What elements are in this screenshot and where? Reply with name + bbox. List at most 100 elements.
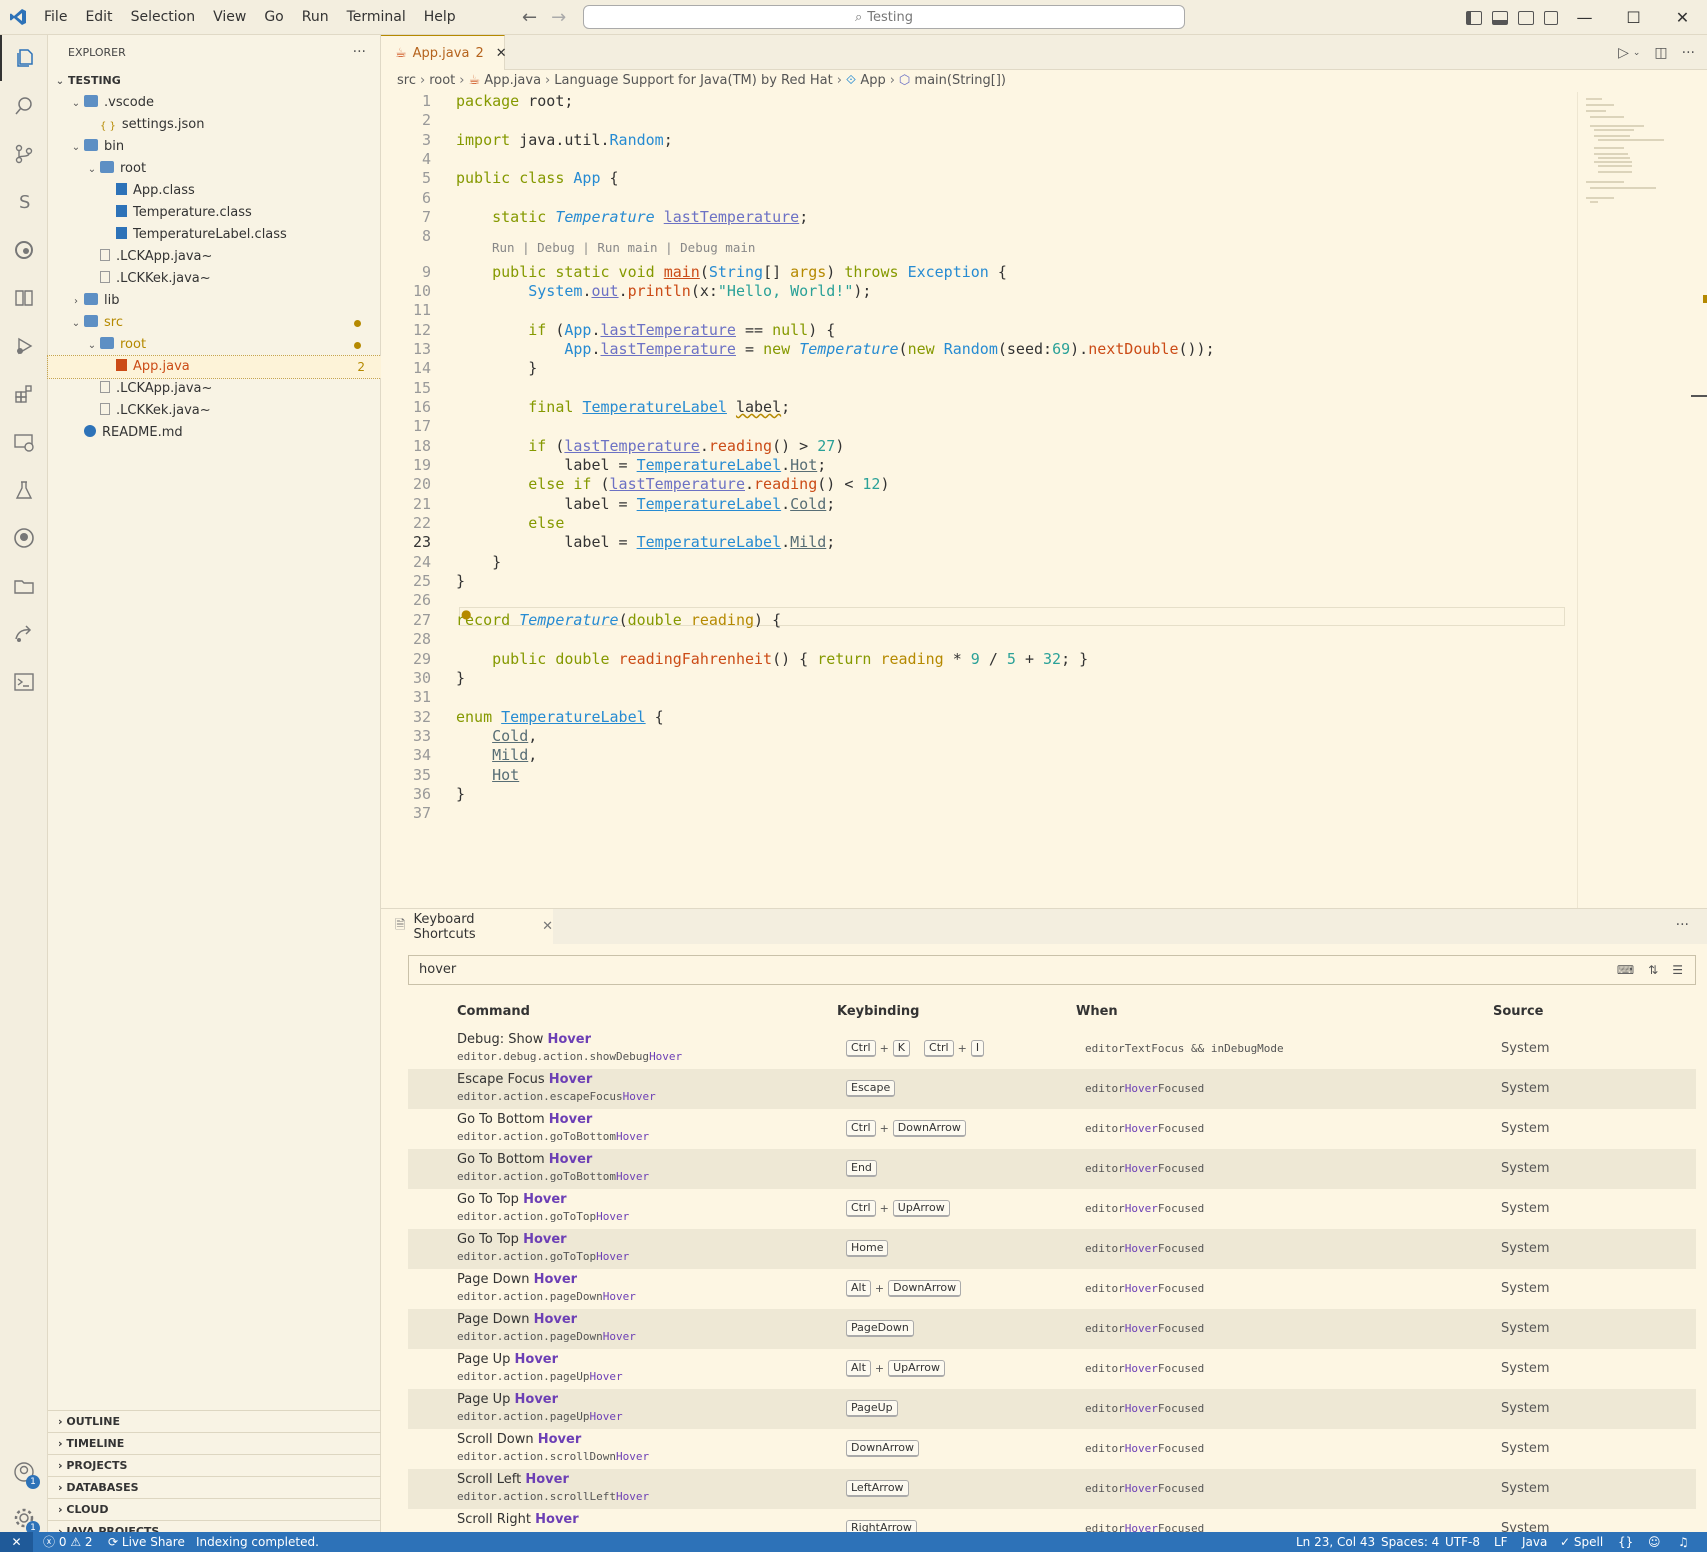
table-row[interactable]: Escape Focus Hover editor.action.escapeFo… xyxy=(408,1069,1696,1109)
toggle-primary-sidebar-icon[interactable] xyxy=(1466,10,1482,25)
close-tab-icon[interactable]: ✕ xyxy=(496,46,507,61)
sidebar-section-databases[interactable]: › DATABASES xyxy=(48,1476,381,1498)
extensions-icon[interactable] xyxy=(0,371,48,417)
table-row[interactable]: Page Up Hover editor.action.pageUpHover Pa… xyxy=(408,1389,1696,1429)
terminal-icon[interactable] xyxy=(0,659,48,705)
tree-file[interactable]: .LCKApp.java~ xyxy=(48,246,381,268)
menu-terminal[interactable]: Terminal xyxy=(338,0,415,35)
menu-file[interactable]: File xyxy=(35,0,76,35)
customize-layout-icon[interactable] xyxy=(1544,10,1558,25)
keybinding[interactable]: Home xyxy=(846,1240,889,1257)
record-keys-icon[interactable]: ⌨ xyxy=(1617,956,1634,984)
editor-scrollbar[interactable] xyxy=(1689,92,1707,908)
end-of-line[interactable]: LF xyxy=(1494,1532,1508,1552)
tree-file[interactable]: .LCKKek.java~ xyxy=(48,268,381,290)
breadcrumb-item[interactable]: src xyxy=(397,73,416,88)
breadcrumb-item[interactable]: App xyxy=(860,73,885,88)
column-command[interactable]: Command xyxy=(457,1004,530,1019)
spell-check[interactable]: ✓ Spell xyxy=(1560,1532,1603,1552)
menu-help[interactable]: Help xyxy=(415,0,465,35)
tree-file[interactable]: App.java 2 xyxy=(47,355,382,379)
sonarlint-icon[interactable]: S xyxy=(0,179,48,225)
table-row[interactable]: Go To Top Hover editor.action.goToTopHove… xyxy=(408,1189,1696,1229)
forward-arrow-icon[interactable]: → xyxy=(551,7,566,28)
keybinding[interactable]: Ctrl + UpArrow xyxy=(846,1200,950,1217)
menu-run[interactable]: Run xyxy=(293,0,338,35)
breadcrumb-item[interactable]: root xyxy=(429,73,455,88)
run-java-icon[interactable]: ▷ xyxy=(1618,45,1629,61)
tree-folder[interactable]: ⌄ .vscode xyxy=(48,92,381,114)
code-editor[interactable]: 1 2 3 4 5 6 7 8 9 10 11 12 13 14 15 16 17 18 19 20 21 22 23 24 2… xyxy=(381,92,1577,908)
menu-selection[interactable]: Selection xyxy=(122,0,205,35)
language-mode[interactable]: Java xyxy=(1522,1532,1547,1552)
source-control-icon[interactable] xyxy=(0,131,48,177)
problems-indicator[interactable]: ⓧ 0 ⚠ 2 xyxy=(43,1532,93,1552)
edge-tools-icon[interactable] xyxy=(0,227,48,273)
breadcrumb-item[interactable]: main(String[]) xyxy=(914,73,1006,88)
breadcrumb-item[interactable]: Language Support for Java(TM) by Red Hat xyxy=(554,73,832,88)
keybinding[interactable]: DownArrow xyxy=(846,1440,920,1457)
minimap[interactable] xyxy=(1577,92,1689,908)
column-when[interactable]: When xyxy=(1076,1004,1118,1019)
menu-view[interactable]: View xyxy=(204,0,255,35)
maximize-icon[interactable]: ☐ xyxy=(1609,8,1658,27)
remote-explorer-icon[interactable] xyxy=(0,419,48,465)
tree-folder[interactable]: ⌄ src xyxy=(48,312,381,334)
clear-filter-icon[interactable]: ☰ xyxy=(1672,956,1683,984)
keybindings-search-input[interactable]: hover ⌨ ⇅ ☰ xyxy=(408,955,1696,985)
sidebar-section-projects[interactable]: › PROJECTS xyxy=(48,1454,381,1476)
sidebar-section-outline[interactable]: › OUTLINE xyxy=(48,1410,381,1432)
book-icon[interactable] xyxy=(0,275,48,321)
breadcrumb-item[interactable]: App.java xyxy=(484,73,541,88)
tree-folder[interactable]: › lib xyxy=(48,290,381,312)
testing-flask-icon[interactable] xyxy=(0,467,48,513)
toggle-panel-icon[interactable] xyxy=(1492,10,1508,25)
column-source[interactable]: Source xyxy=(1493,1004,1543,1019)
braces-icon[interactable]: {} xyxy=(1618,1532,1633,1552)
keybinding[interactable]: LeftArrow xyxy=(846,1480,909,1497)
menu-edit[interactable]: Edit xyxy=(76,0,121,35)
panel-more-actions-icon[interactable]: ··· xyxy=(1676,917,1689,933)
tree-folder[interactable]: ⌄ bin xyxy=(48,136,381,158)
accounts-icon[interactable]: 1 xyxy=(0,1449,48,1495)
table-row[interactable]: Go To Top Hover editor.action.goToTopHove… xyxy=(408,1229,1696,1269)
remote-indicator-icon[interactable]: ✕ xyxy=(0,1532,33,1552)
lightbulb-icon[interactable]: ● xyxy=(461,607,471,621)
live-share-status[interactable]: ⟳ Live Share xyxy=(108,1532,185,1552)
back-arrow-icon[interactable]: ← xyxy=(522,7,537,28)
close-tab-icon[interactable]: ✕ xyxy=(542,919,553,934)
live-share-icon[interactable] xyxy=(0,611,48,657)
keybinding[interactable]: PageDown xyxy=(846,1320,914,1337)
split-editor-icon[interactable]: ◫ xyxy=(1654,45,1667,61)
tree-file[interactable]: { } settings.json xyxy=(48,114,381,136)
tree-folder[interactable]: ⌄ root xyxy=(48,158,381,180)
tree-file[interactable]: TemperatureLabel.class xyxy=(48,224,381,246)
keybinding[interactable]: Alt + UpArrow xyxy=(846,1360,946,1377)
table-row[interactable]: Debug: Show Hover editor.debug.action.sho… xyxy=(408,1029,1696,1069)
tree-file[interactable]: README.md xyxy=(48,422,381,444)
toggle-secondary-sidebar-icon[interactable] xyxy=(1518,10,1534,25)
keybinding[interactable]: PageUp xyxy=(846,1400,898,1417)
sidebar-section-cloud[interactable]: › CLOUD xyxy=(48,1498,381,1520)
table-row[interactable]: Scroll Left Hover editor.action.scrollLef… xyxy=(408,1469,1696,1509)
table-row[interactable]: Page Down Hover editor.action.pageDownHov… xyxy=(408,1309,1696,1349)
tree-file[interactable]: Temperature.class xyxy=(48,202,381,224)
keybinding[interactable]: Ctrl + DownArrow xyxy=(846,1120,966,1137)
tree-file[interactable]: .LCKApp.java~ xyxy=(48,378,381,400)
table-row[interactable]: Go To Bottom Hover editor.action.goToBott… xyxy=(408,1149,1696,1189)
tab-app-java[interactable]: ☕ App.java 2 ✕ xyxy=(381,35,507,70)
folder-icon[interactable] xyxy=(0,563,48,609)
tab-keyboard-shortcuts[interactable]: 🗎 Keyboard Shortcuts ✕ xyxy=(381,909,553,944)
indentation[interactable]: Spaces: 4 xyxy=(1381,1532,1439,1552)
cursor-position[interactable]: Ln 23, Col 43 xyxy=(1296,1532,1375,1552)
explorer-icon[interactable] xyxy=(0,35,48,81)
minimize-icon[interactable]: — xyxy=(1560,8,1609,27)
run-debug-icon[interactable] xyxy=(0,323,48,369)
menu-go[interactable]: Go xyxy=(255,0,292,35)
feedback-icon[interactable]: ☺ xyxy=(1648,1532,1661,1552)
table-row[interactable]: Go To Bottom Hover editor.action.goToBott… xyxy=(408,1109,1696,1149)
explorer-more-actions-icon[interactable]: ··· xyxy=(353,35,366,70)
keybinding[interactable]: End xyxy=(846,1160,877,1177)
tree-file[interactable]: .LCKKek.java~ xyxy=(48,400,381,422)
workspace-root[interactable]: ⌄ TESTING xyxy=(48,70,381,92)
